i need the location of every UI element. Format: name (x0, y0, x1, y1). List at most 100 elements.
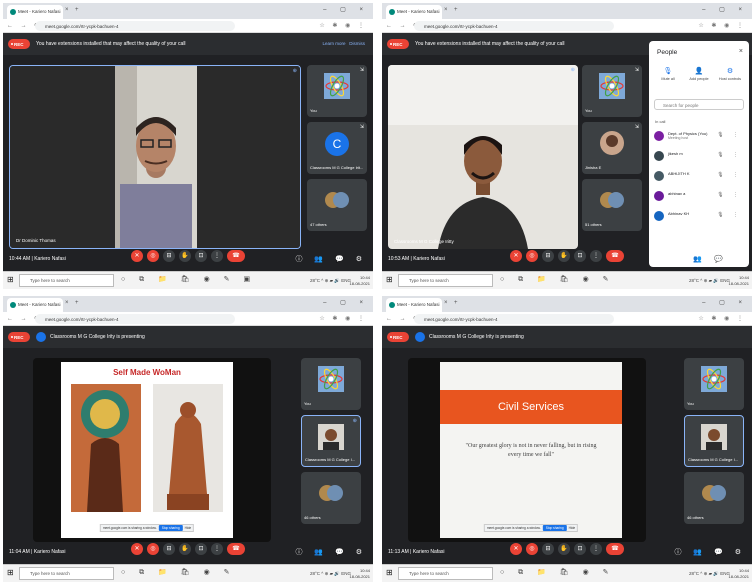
present-icon[interactable]: ⊡ (195, 250, 207, 262)
more-options-icon[interactable]: ⋮ (590, 543, 602, 555)
hide-button[interactable]: Hide (185, 526, 192, 530)
system-tray[interactable]: 28°C ^ ⊕ ▰ 🔊 ENG (310, 571, 351, 577)
taskbar-apps[interactable]: ○ ⧉ 📁 🛍 ◉ ✎ (500, 275, 615, 284)
captions-icon[interactable]: ⊟ (542, 250, 554, 262)
host-controls-button[interactable]: ⚙ Host controls (715, 67, 745, 81)
more-options-icon[interactable]: ⊕ (293, 68, 297, 74)
participant-tile[interactable]: Classrooms M G College I... (684, 415, 744, 467)
captions-icon[interactable]: ⊟ (163, 250, 175, 262)
raise-hand-icon[interactable]: ✋ (558, 250, 570, 262)
mic-off-icon[interactable]: ✕ (131, 250, 143, 262)
url-field[interactable]: meet.google.com/rtr-ycpk-bachuen-4 (35, 21, 235, 31)
new-tab-icon[interactable]: + (454, 7, 458, 13)
close-tab-icon[interactable]: × (444, 300, 448, 306)
close-tab-icon[interactable]: × (65, 7, 69, 13)
system-tray[interactable]: 28°C ^ ⊕ ▰ 🔊 ENG (689, 278, 730, 284)
participant-tile[interactable]: C ⇲ Classrooms M G College Irit... (307, 122, 367, 174)
participant-row[interactable]: Dept. of Physics (You) Meeting host 🎙 ⋮ (654, 129, 744, 145)
url-field[interactable]: meet.google.com/rtr-ycpk-bachuen-4 (414, 314, 614, 324)
taskbar-apps[interactable]: ○ ⧉ 📁 🛍 ◉ ✎ ▣ (121, 275, 256, 284)
url-field[interactable]: meet.google.com/rtr-ycpk-bachuen-4 (414, 21, 614, 31)
raise-hand-icon[interactable]: ✋ (179, 250, 191, 262)
window-controls[interactable]: – ▢ × (323, 299, 369, 306)
meeting-side-controls[interactable]: ⓘ 👥 💬 ⚙ (295, 254, 367, 264)
windows-start-icon[interactable]: ⊞ (386, 275, 393, 284)
presentation-tile[interactable]: Civil Services "Our greatest glory is no… (408, 358, 646, 542)
others-tile[interactable]: 46 others (684, 472, 744, 524)
browser-tab[interactable]: Meet - Kariero Nafasi (386, 5, 442, 19)
browser-tab[interactable]: Meet - Kariero Nafasi (7, 5, 63, 19)
dismiss-link[interactable]: Dismiss (349, 41, 365, 46)
meeting-side-controls[interactable]: ⓘ 👥 💬 ⚙ (674, 254, 746, 264)
meeting-side-controls[interactable]: ⓘ 👥 💬 ⚙ (295, 547, 367, 557)
participant-tile[interactable]: ⊕ Classrooms M G College I... (301, 415, 361, 467)
self-tile[interactable]: ⇲ You (582, 65, 642, 117)
present-icon[interactable]: ⊡ (195, 543, 207, 555)
present-icon[interactable]: ⊡ (574, 543, 586, 555)
self-tile[interactable]: ⇲ You (307, 65, 367, 117)
participant-actions[interactable]: 🎙 ⋮ (717, 172, 742, 178)
participant-row[interactable]: jikesh m 🎙 ⋮ (654, 149, 744, 165)
others-tile[interactable]: 47 others (307, 179, 367, 231)
raise-hand-icon[interactable]: ✋ (558, 543, 570, 555)
more-options-icon[interactable]: ⊕ (571, 67, 575, 73)
end-call-icon[interactable]: ☎ (227, 543, 245, 555)
browser-tab[interactable]: Meet - Kariero Nafasi (386, 298, 442, 312)
windows-start-icon[interactable]: ⊞ (7, 275, 14, 284)
more-options-icon[interactable]: ⋮ (211, 543, 223, 555)
pin-icon[interactable]: ⇲ (360, 67, 364, 73)
main-video-tile[interactable]: ⊕ Classrooms M G College Iritty (388, 65, 578, 249)
camera-off-icon[interactable]: ◎ (526, 250, 538, 262)
close-tab-icon[interactable]: × (65, 300, 69, 306)
system-tray[interactable]: 28°C ^ ⊕ ▰ 🔊 ENG (689, 571, 730, 577)
participant-tile[interactable]: ⇲ Jinisha E (582, 122, 642, 174)
self-tile[interactable]: You (301, 358, 361, 410)
taskbar-search[interactable]: Type here to search (19, 274, 114, 287)
end-call-icon[interactable]: ☎ (227, 250, 245, 262)
participant-row[interactable]: abhinav a 🎙 ⋮ (654, 189, 744, 205)
others-tile[interactable]: 46 others (301, 472, 361, 524)
windows-start-icon[interactable]: ⊞ (386, 568, 393, 577)
mute-all-button[interactable]: 🎙 Mute all (653, 67, 683, 81)
end-call-icon[interactable]: ☎ (606, 250, 624, 262)
raise-hand-icon[interactable]: ✋ (179, 543, 191, 555)
taskbar-apps[interactable]: ○ ⧉ 📁 🛍 ◉ ✎ (500, 568, 615, 577)
close-icon[interactable]: × (739, 48, 743, 55)
participant-actions[interactable]: 🎙 ⋮ (717, 192, 742, 198)
participant-row[interactable]: ABHIJITH K 🎙 ⋮ (654, 169, 744, 185)
self-tile[interactable]: You (684, 358, 744, 410)
pin-icon[interactable]: ⇲ (360, 124, 364, 130)
close-tab-icon[interactable]: × (444, 7, 448, 13)
browser-toolbar-icons[interactable]: ☆ ✱ ◉ ⋮ (319, 315, 367, 322)
participant-actions[interactable]: 🎙 ⋮ (717, 152, 742, 158)
banner-links[interactable]: Learn more Dismiss (322, 41, 365, 46)
new-tab-icon[interactable]: + (454, 300, 458, 306)
system-tray[interactable]: 28°C ^ ⊕ ▰ 🔊 ENG (310, 278, 351, 284)
windows-start-icon[interactable]: ⊞ (7, 568, 14, 577)
taskbar-search[interactable]: Type here to search (398, 567, 493, 580)
meeting-side-controls[interactable]: ⓘ 👥 💬 ⚙ (674, 547, 746, 557)
learn-more-link[interactable]: Learn more (322, 41, 345, 46)
new-tab-icon[interactable]: + (75, 7, 79, 13)
taskbar-apps[interactable]: ○ ⧉ 📁 🛍 ◉ ✎ (121, 568, 236, 577)
camera-off-icon[interactable]: ◎ (147, 250, 159, 262)
others-tile[interactable]: 51 others (582, 179, 642, 231)
browser-toolbar-icons[interactable]: ☆ ✱ ◉ ⋮ (698, 22, 746, 29)
mic-off-icon[interactable]: ✕ (131, 543, 143, 555)
camera-off-icon[interactable]: ◎ (526, 543, 538, 555)
more-options-icon[interactable]: ⋮ (590, 250, 602, 262)
present-icon[interactable]: ⊡ (574, 250, 586, 262)
add-people-button[interactable]: 👤 Add people (684, 67, 714, 81)
browser-toolbar-icons[interactable]: ☆ ✱ ◉ ⋮ (319, 22, 367, 29)
more-options-icon[interactable]: ⊕ (353, 418, 357, 424)
browser-tab[interactable]: Meet - Kariero Nafasi (7, 298, 63, 312)
pin-icon[interactable]: ⇲ (635, 67, 639, 73)
stop-sharing-button[interactable]: Stop sharing (542, 525, 567, 531)
captions-icon[interactable]: ⊟ (163, 543, 175, 555)
participant-actions[interactable]: 🎙 ⋮ (717, 212, 742, 218)
window-controls[interactable]: – ▢ × (702, 6, 748, 13)
end-call-icon[interactable]: ☎ (606, 543, 624, 555)
window-controls[interactable]: – ▢ × (323, 6, 369, 13)
window-controls[interactable]: – ▢ × (702, 299, 748, 306)
url-field[interactable]: meet.google.com/rtr-ycpk-bachuen-4 (35, 314, 235, 324)
